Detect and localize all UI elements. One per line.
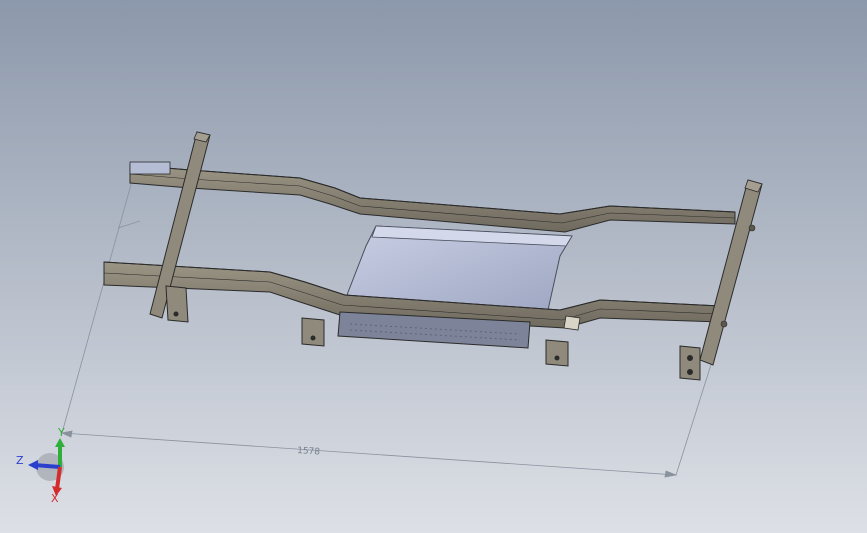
mount-bracket-3 bbox=[545, 339, 569, 367]
dimension-value[interactable]: 1578 bbox=[297, 446, 321, 458]
triad-x-label: X bbox=[51, 492, 59, 505]
graphics-viewport[interactable]: 1578 Y Z X bbox=[0, 0, 867, 533]
triad-y-label: Y bbox=[57, 426, 65, 439]
mount-bracket-4 bbox=[679, 345, 701, 381]
model-scene[interactable]: 1578 Y Z X bbox=[0, 0, 867, 533]
small-gusset bbox=[563, 315, 581, 331]
mount-bracket-2 bbox=[301, 317, 325, 347]
mount-bracket-1 bbox=[165, 285, 189, 323]
triad-z-label: Z bbox=[16, 454, 24, 467]
